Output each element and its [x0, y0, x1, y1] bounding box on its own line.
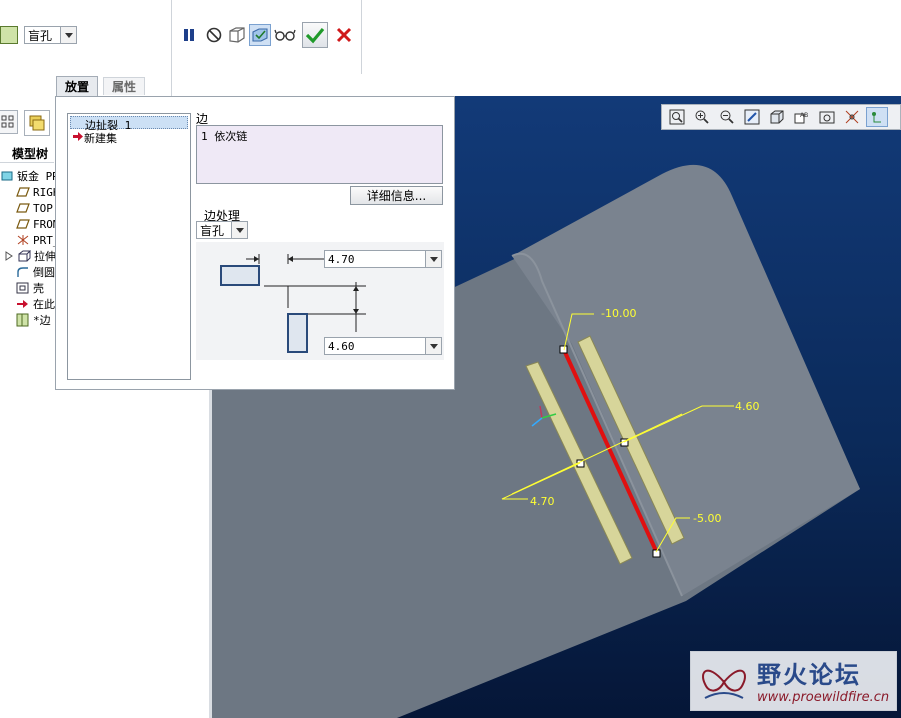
shell-icon: [16, 282, 30, 294]
tree-item-edge-rip[interactable]: *边: [16, 312, 51, 328]
details-button[interactable]: 详细信息...: [350, 186, 443, 205]
edge-value: 1 依次链: [201, 130, 248, 143]
geometry-preview-button[interactable]: [226, 24, 248, 46]
view-manager-icon[interactable]: [816, 107, 838, 127]
chevron-down-icon[interactable]: [425, 338, 441, 354]
pause-button[interactable]: [178, 24, 200, 46]
tree-header-label: 模型树: [12, 147, 49, 161]
glasses-icon: [274, 29, 296, 41]
geometry-preview-icon: [229, 27, 245, 43]
tree-item-csys[interactable]: PRT_: [16, 232, 60, 248]
zoom-out-icon[interactable]: [716, 107, 738, 127]
verify-preview-icon: [252, 28, 268, 42]
drag-handle-top: [559, 345, 568, 354]
offset-dim-2-value: 4.60: [328, 339, 355, 353]
datum-display-icon[interactable]: [841, 107, 863, 127]
spin-center-icon[interactable]: [866, 107, 888, 127]
checkmark-icon: [305, 27, 325, 44]
chevron-down-icon[interactable]: [231, 222, 247, 238]
edge-collector[interactable]: 1 依次链: [196, 125, 443, 184]
csys-icon: [16, 234, 30, 246]
glasses-button[interactable]: [274, 24, 296, 46]
dashboard-ribbon: 盲孔 放置 属性: [0, 0, 901, 97]
tab-properties-label: 属性: [112, 80, 137, 94]
set-item-new[interactable]: 新建集: [70, 130, 188, 145]
relief-type-select[interactable]: 盲孔: [24, 26, 77, 44]
tree-tab-grid[interactable]: [0, 110, 18, 134]
tree-item-label: 倒圆: [33, 266, 55, 279]
insert-arrow-icon: [73, 132, 83, 141]
tree-item-datum-top[interactable]: TOP: [16, 200, 53, 216]
watermark-url: www.proewildfire.cn: [757, 690, 890, 705]
expand-arrow-icon[interactable]: [4, 250, 14, 262]
tree-grid-icon: [1, 115, 14, 128]
tab-placement-label: 放置: [65, 80, 90, 94]
edge-treatment-select[interactable]: 盲孔: [196, 221, 248, 239]
dim-label-bottom[interactable]: -5.00: [693, 512, 721, 525]
ok-button[interactable]: [302, 22, 328, 48]
rip-type-icon[interactable]: [0, 26, 18, 44]
round-icon: [16, 266, 30, 278]
tree-item-label: TOP: [33, 201, 53, 215]
dim-label-right[interactable]: 4.60: [735, 400, 760, 413]
saved-views-icon[interactable]: AB: [791, 107, 813, 127]
tree-tab-layers[interactable]: [24, 110, 50, 136]
offset-dim-1-select[interactable]: 4.70: [324, 250, 442, 268]
tab-placement[interactable]: 放置: [56, 76, 99, 96]
ribbon-divider: [361, 0, 362, 74]
chevron-down-icon[interactable]: [60, 27, 76, 43]
chevron-down-icon[interactable]: [425, 251, 441, 267]
offset-dim-1-value: 4.70: [328, 252, 355, 266]
details-button-label: 详细信息...: [366, 189, 427, 203]
set-item-selected[interactable]: 边扯裂 1: [70, 116, 188, 132]
tree-item-extrude[interactable]: 拉伸: [4, 248, 56, 264]
tree-item-label: 钣金 PR: [17, 170, 59, 183]
pause-icon: [184, 29, 194, 41]
cancel-button[interactable]: [333, 24, 355, 46]
dim-label-left[interactable]: 4.70: [530, 495, 555, 508]
edge-rip-icon: [16, 313, 30, 327]
offset-dim-2-select[interactable]: 4.60: [324, 337, 442, 355]
sheetmetal-part-icon: [0, 170, 14, 182]
folder-stack-icon: [29, 115, 45, 131]
forum-watermark: 野火论坛 www.proewildfire.cn: [690, 651, 897, 711]
tree-item-label: 在此: [33, 298, 55, 311]
tree-item-datum-right[interactable]: RIGH: [16, 184, 60, 200]
set-item-label: 新建集: [84, 132, 117, 145]
no-preview-icon: [206, 27, 222, 43]
tree-item-shell[interactable]: 壳: [16, 280, 44, 296]
tab-properties[interactable]: 属性: [103, 77, 146, 95]
tree-item-part[interactable]: 钣金 PR: [0, 168, 59, 184]
relief-diagram: 4.70 4.60: [196, 242, 444, 360]
tree-header: 模型树: [0, 140, 54, 163]
set-list[interactable]: 边扯裂 1 新建集: [67, 113, 191, 380]
watermark-title: 野火论坛: [757, 661, 861, 689]
tree-item-label: 壳: [33, 282, 44, 295]
tree-item-round[interactable]: 倒圆: [16, 264, 55, 280]
svg-text:AB: AB: [800, 112, 808, 119]
close-icon: [336, 27, 352, 43]
extrude-icon: [17, 250, 31, 262]
edge-treatment-value: 盲孔: [200, 223, 225, 238]
zoom-fit-icon[interactable]: [666, 107, 688, 127]
datum-plane-icon: [16, 202, 30, 214]
tree-item-label: *边: [33, 314, 51, 327]
tree-item-label: 拉伸: [34, 250, 56, 263]
butterfly-logo-icon: [702, 669, 746, 699]
view-toolbar: AB: [661, 104, 901, 130]
relief-type-value: 盲孔: [28, 28, 53, 43]
repaint-icon[interactable]: [741, 107, 763, 127]
tree-item-insert-here[interactable]: 在此: [16, 296, 55, 312]
dim-label-top[interactable]: -10.00: [601, 307, 636, 320]
display-style-icon[interactable]: [766, 107, 788, 127]
zoom-in-icon[interactable]: [691, 107, 713, 127]
datum-plane-icon: [16, 186, 30, 198]
insert-arrow-icon: [16, 298, 30, 310]
verify-preview-button[interactable]: [249, 24, 271, 46]
ribbon-divider: [171, 0, 172, 96]
datum-plane-icon: [16, 218, 30, 230]
tree-item-datum-front[interactable]: FROM: [16, 216, 60, 232]
no-preview-button[interactable]: [203, 24, 225, 46]
